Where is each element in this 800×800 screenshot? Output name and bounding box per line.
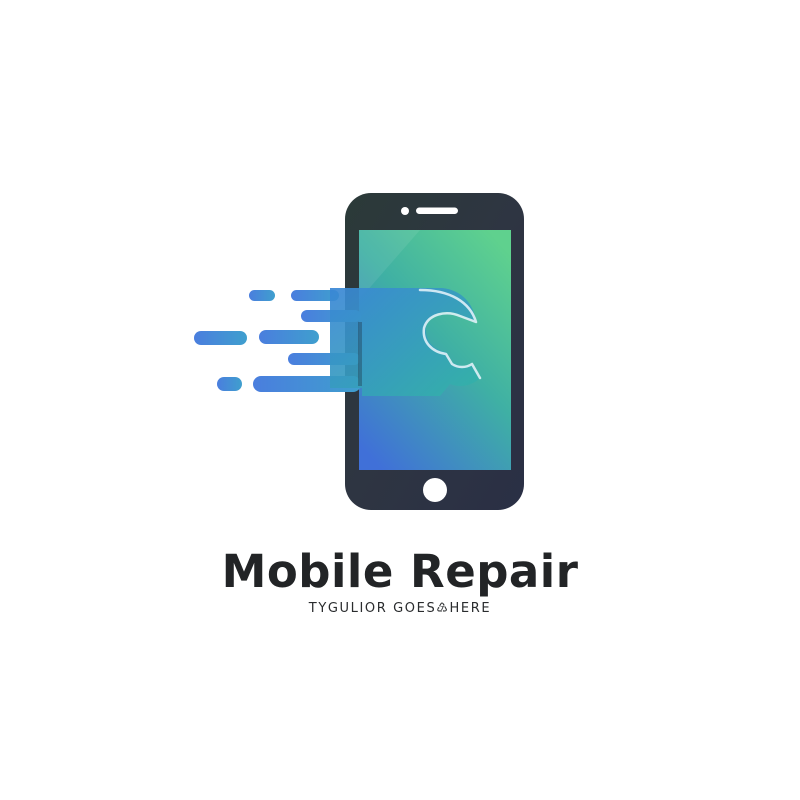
brand-name: Mobile Repair [221,545,579,598]
phone-wrench-icon [194,193,524,510]
camera-dot [401,207,409,215]
speaker-slot [416,207,458,214]
logo: Mobile Repair TYGULIOR GOES♹HERE [0,0,800,800]
tagline: TYGULIOR GOES♹HERE [308,601,492,616]
hand-edge [358,322,362,386]
home-button [423,478,447,502]
